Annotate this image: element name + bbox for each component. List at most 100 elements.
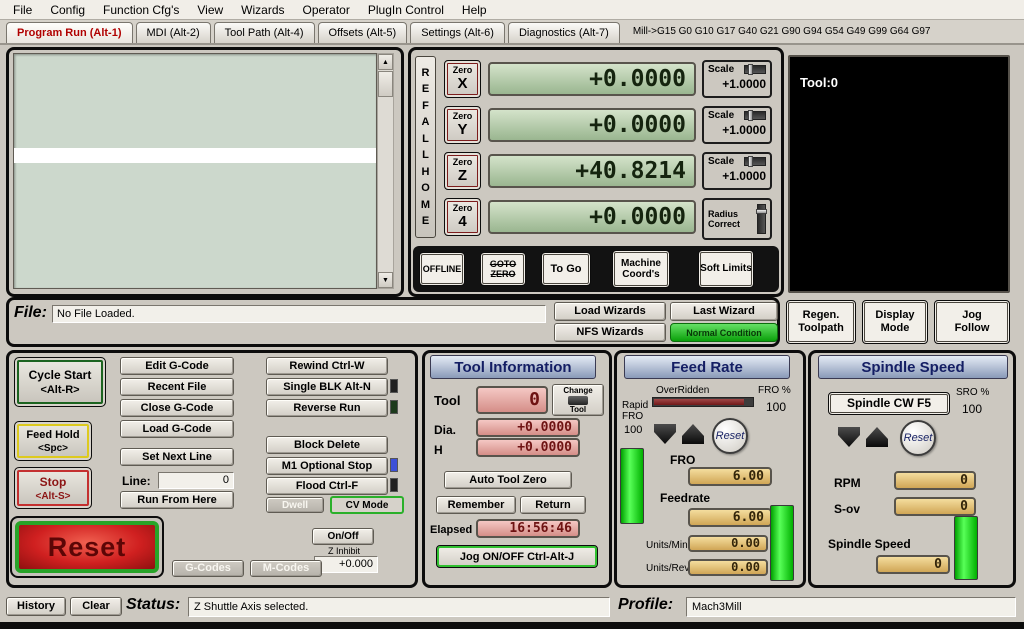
menu-plugin-control[interactable]: PlugIn Control xyxy=(359,1,453,19)
menu-config[interactable]: Config xyxy=(41,1,94,19)
scale-slider-icon[interactable] xyxy=(744,110,766,121)
single-blk-button[interactable]: Single BLK Alt-N xyxy=(266,378,388,396)
tab-bar: Program Run (Alt-1) MDI (Alt-2) Tool Pat… xyxy=(0,20,1024,45)
close-gcode-button[interactable]: Close G-Code xyxy=(120,399,234,417)
machine-coords-button[interactable]: Machine Coord's xyxy=(612,250,670,288)
scale-y-dro[interactable]: +1.0000 xyxy=(708,123,766,137)
cv-mode-indicator: CV Mode xyxy=(330,496,404,514)
sov-label: S-ov xyxy=(834,502,861,516)
scale-slider-icon[interactable] xyxy=(744,64,766,75)
change-tool-label-top: Change xyxy=(563,385,593,395)
tab-program-run[interactable]: Program Run (Alt-1) xyxy=(6,22,133,43)
fro-percent-dro[interactable]: 100 xyxy=(766,400,786,414)
goto-zero-button[interactable]: GOTO ZERO xyxy=(480,252,526,286)
clear-button[interactable]: Clear xyxy=(70,597,122,616)
tab-tool-path[interactable]: Tool Path (Alt-4) xyxy=(213,22,315,43)
z-inhibit-on-off-button[interactable]: On/Off xyxy=(312,528,374,545)
zero-4-button[interactable]: Zero 4 xyxy=(444,198,481,236)
tab-diagnostics[interactable]: Diagnostics (Alt-7) xyxy=(507,22,620,43)
jog-on-off-button[interactable]: Jog ON/OFF Ctrl-Alt-J xyxy=(436,545,598,568)
spindle-speed-dro[interactable]: 0 xyxy=(876,555,950,574)
dia-label: Dia. xyxy=(434,423,457,437)
set-next-line-button[interactable]: Set Next Line xyxy=(120,448,234,466)
recent-file-button[interactable]: Recent File xyxy=(120,378,234,396)
spindle-reset-button[interactable]: Reset xyxy=(900,420,936,456)
tab-settings[interactable]: Settings (Alt-6) xyxy=(410,22,505,43)
scale-z-dro[interactable]: +1.0000 xyxy=(708,169,766,183)
gcode-scrollbar[interactable]: ▲ ▼ xyxy=(377,53,394,289)
load-gcode-button[interactable]: Load G-Code xyxy=(120,420,234,438)
regen-toolpath-button[interactable]: Regen. Toolpath xyxy=(786,300,856,344)
ref-all-home-button[interactable]: REF ALL HOME xyxy=(415,56,436,238)
scale-x-dro[interactable]: +1.0000 xyxy=(708,77,766,91)
menu-help[interactable]: Help xyxy=(453,1,496,19)
tool-diameter-dro[interactable]: +0.0000 xyxy=(476,418,580,437)
zero-y-button[interactable]: Zero Y xyxy=(444,106,481,144)
jog-follow-button[interactable]: Jog Follow xyxy=(934,300,1010,344)
edit-gcode-button[interactable]: Edit G-Code xyxy=(120,357,234,375)
scrollbar-thumb[interactable] xyxy=(378,71,393,97)
x-axis-dro[interactable]: +0.0000 xyxy=(488,62,696,96)
a-axis-dro[interactable]: +0.0000 xyxy=(488,200,696,234)
auto-tool-zero-button[interactable]: Auto Tool Zero xyxy=(444,471,572,489)
rewind-button[interactable]: Rewind Ctrl-W xyxy=(266,357,388,375)
toolpath-display[interactable]: Tool:0 xyxy=(788,55,1010,293)
line-number-input[interactable]: 0 xyxy=(158,472,234,489)
change-tool-button[interactable]: Change Tool xyxy=(552,384,604,416)
scale-panel-z: Scale +1.0000 xyxy=(702,152,772,190)
feed-hold-button[interactable]: Feed Hold <Spc> xyxy=(14,421,92,461)
fro-dro[interactable]: 6.00 xyxy=(688,467,772,486)
m-codes-button[interactable]: M-Codes xyxy=(250,560,322,577)
zero-z-button[interactable]: Zero Z xyxy=(444,152,481,190)
to-go-button[interactable]: To Go xyxy=(541,252,591,286)
scroll-up-icon[interactable]: ▲ xyxy=(378,54,393,70)
menu-function-cfgs[interactable]: Function Cfg's xyxy=(94,1,188,19)
z-axis-dro[interactable]: +40.8214 xyxy=(488,154,696,188)
gcode-listbox[interactable] xyxy=(13,53,377,289)
last-wizard-button[interactable]: Last Wizard xyxy=(670,302,778,321)
radius-correct-slider[interactable] xyxy=(756,204,767,234)
menu-wizards[interactable]: Wizards xyxy=(232,1,293,19)
tool-number-dro[interactable]: 0 xyxy=(476,386,548,414)
return-button[interactable]: Return xyxy=(520,496,586,514)
spindle-cw-button[interactable]: Spindle CW F5 xyxy=(828,392,950,415)
feed-reset-button[interactable]: Reset xyxy=(712,418,748,454)
fro-label: FRO xyxy=(670,453,696,467)
scale-slider-icon[interactable] xyxy=(744,156,766,167)
block-delete-button[interactable]: Block Delete xyxy=(266,436,388,454)
remember-button[interactable]: Remember xyxy=(436,496,516,514)
feedrate-dro[interactable]: 6.00 xyxy=(688,508,772,527)
history-button[interactable]: History xyxy=(6,597,66,616)
m1-optional-stop-button[interactable]: M1 Optional Stop xyxy=(266,457,388,475)
tool-height-dro[interactable]: +0.0000 xyxy=(476,438,580,457)
stop-button[interactable]: Stop <Alt-S> xyxy=(14,467,92,509)
units-rev-dro[interactable]: 0.00 xyxy=(688,559,768,576)
flood-button[interactable]: Flood Ctrl-F xyxy=(266,477,388,495)
menu-operator[interactable]: Operator xyxy=(294,1,359,19)
scroll-down-icon[interactable]: ▼ xyxy=(378,272,393,288)
g-codes-button[interactable]: G-Codes xyxy=(172,560,244,577)
z-inhibit-dro[interactable]: +0.000 xyxy=(314,556,378,573)
reverse-run-button[interactable]: Reverse Run xyxy=(266,399,388,417)
rpm-dro[interactable]: 0 xyxy=(894,471,976,490)
zero-x-button[interactable]: Zero X xyxy=(444,60,481,98)
tab-offsets[interactable]: Offsets (Alt-5) xyxy=(317,22,408,43)
rapid-fro-label: FRO xyxy=(622,411,644,422)
cycle-start-button[interactable]: Cycle Start <Alt-R> xyxy=(14,357,106,407)
offline-button[interactable]: OFFLINE xyxy=(419,252,465,286)
load-wizards-button[interactable]: Load Wizards xyxy=(554,302,666,321)
menu-file[interactable]: File xyxy=(4,1,41,19)
nfs-wizards-button[interactable]: NFS Wizards xyxy=(554,323,666,342)
display-mode-button[interactable]: Display Mode xyxy=(862,300,928,344)
menu-view[interactable]: View xyxy=(188,1,232,19)
rapid-fro-dro[interactable]: 100 xyxy=(624,424,642,436)
run-from-here-button[interactable]: Run From Here xyxy=(120,491,234,509)
y-axis-dro[interactable]: +0.0000 xyxy=(488,108,696,142)
units-min-dro[interactable]: 0.00 xyxy=(688,535,768,552)
reset-button[interactable]: Reset xyxy=(10,516,164,578)
soft-limits-button[interactable]: Soft Limits xyxy=(698,250,754,288)
sro-percent-dro[interactable]: 100 xyxy=(962,402,982,416)
tab-mdi[interactable]: MDI (Alt-2) xyxy=(135,22,211,43)
scale-label: Scale xyxy=(708,64,735,75)
sov-dro[interactable]: 0 xyxy=(894,497,976,516)
